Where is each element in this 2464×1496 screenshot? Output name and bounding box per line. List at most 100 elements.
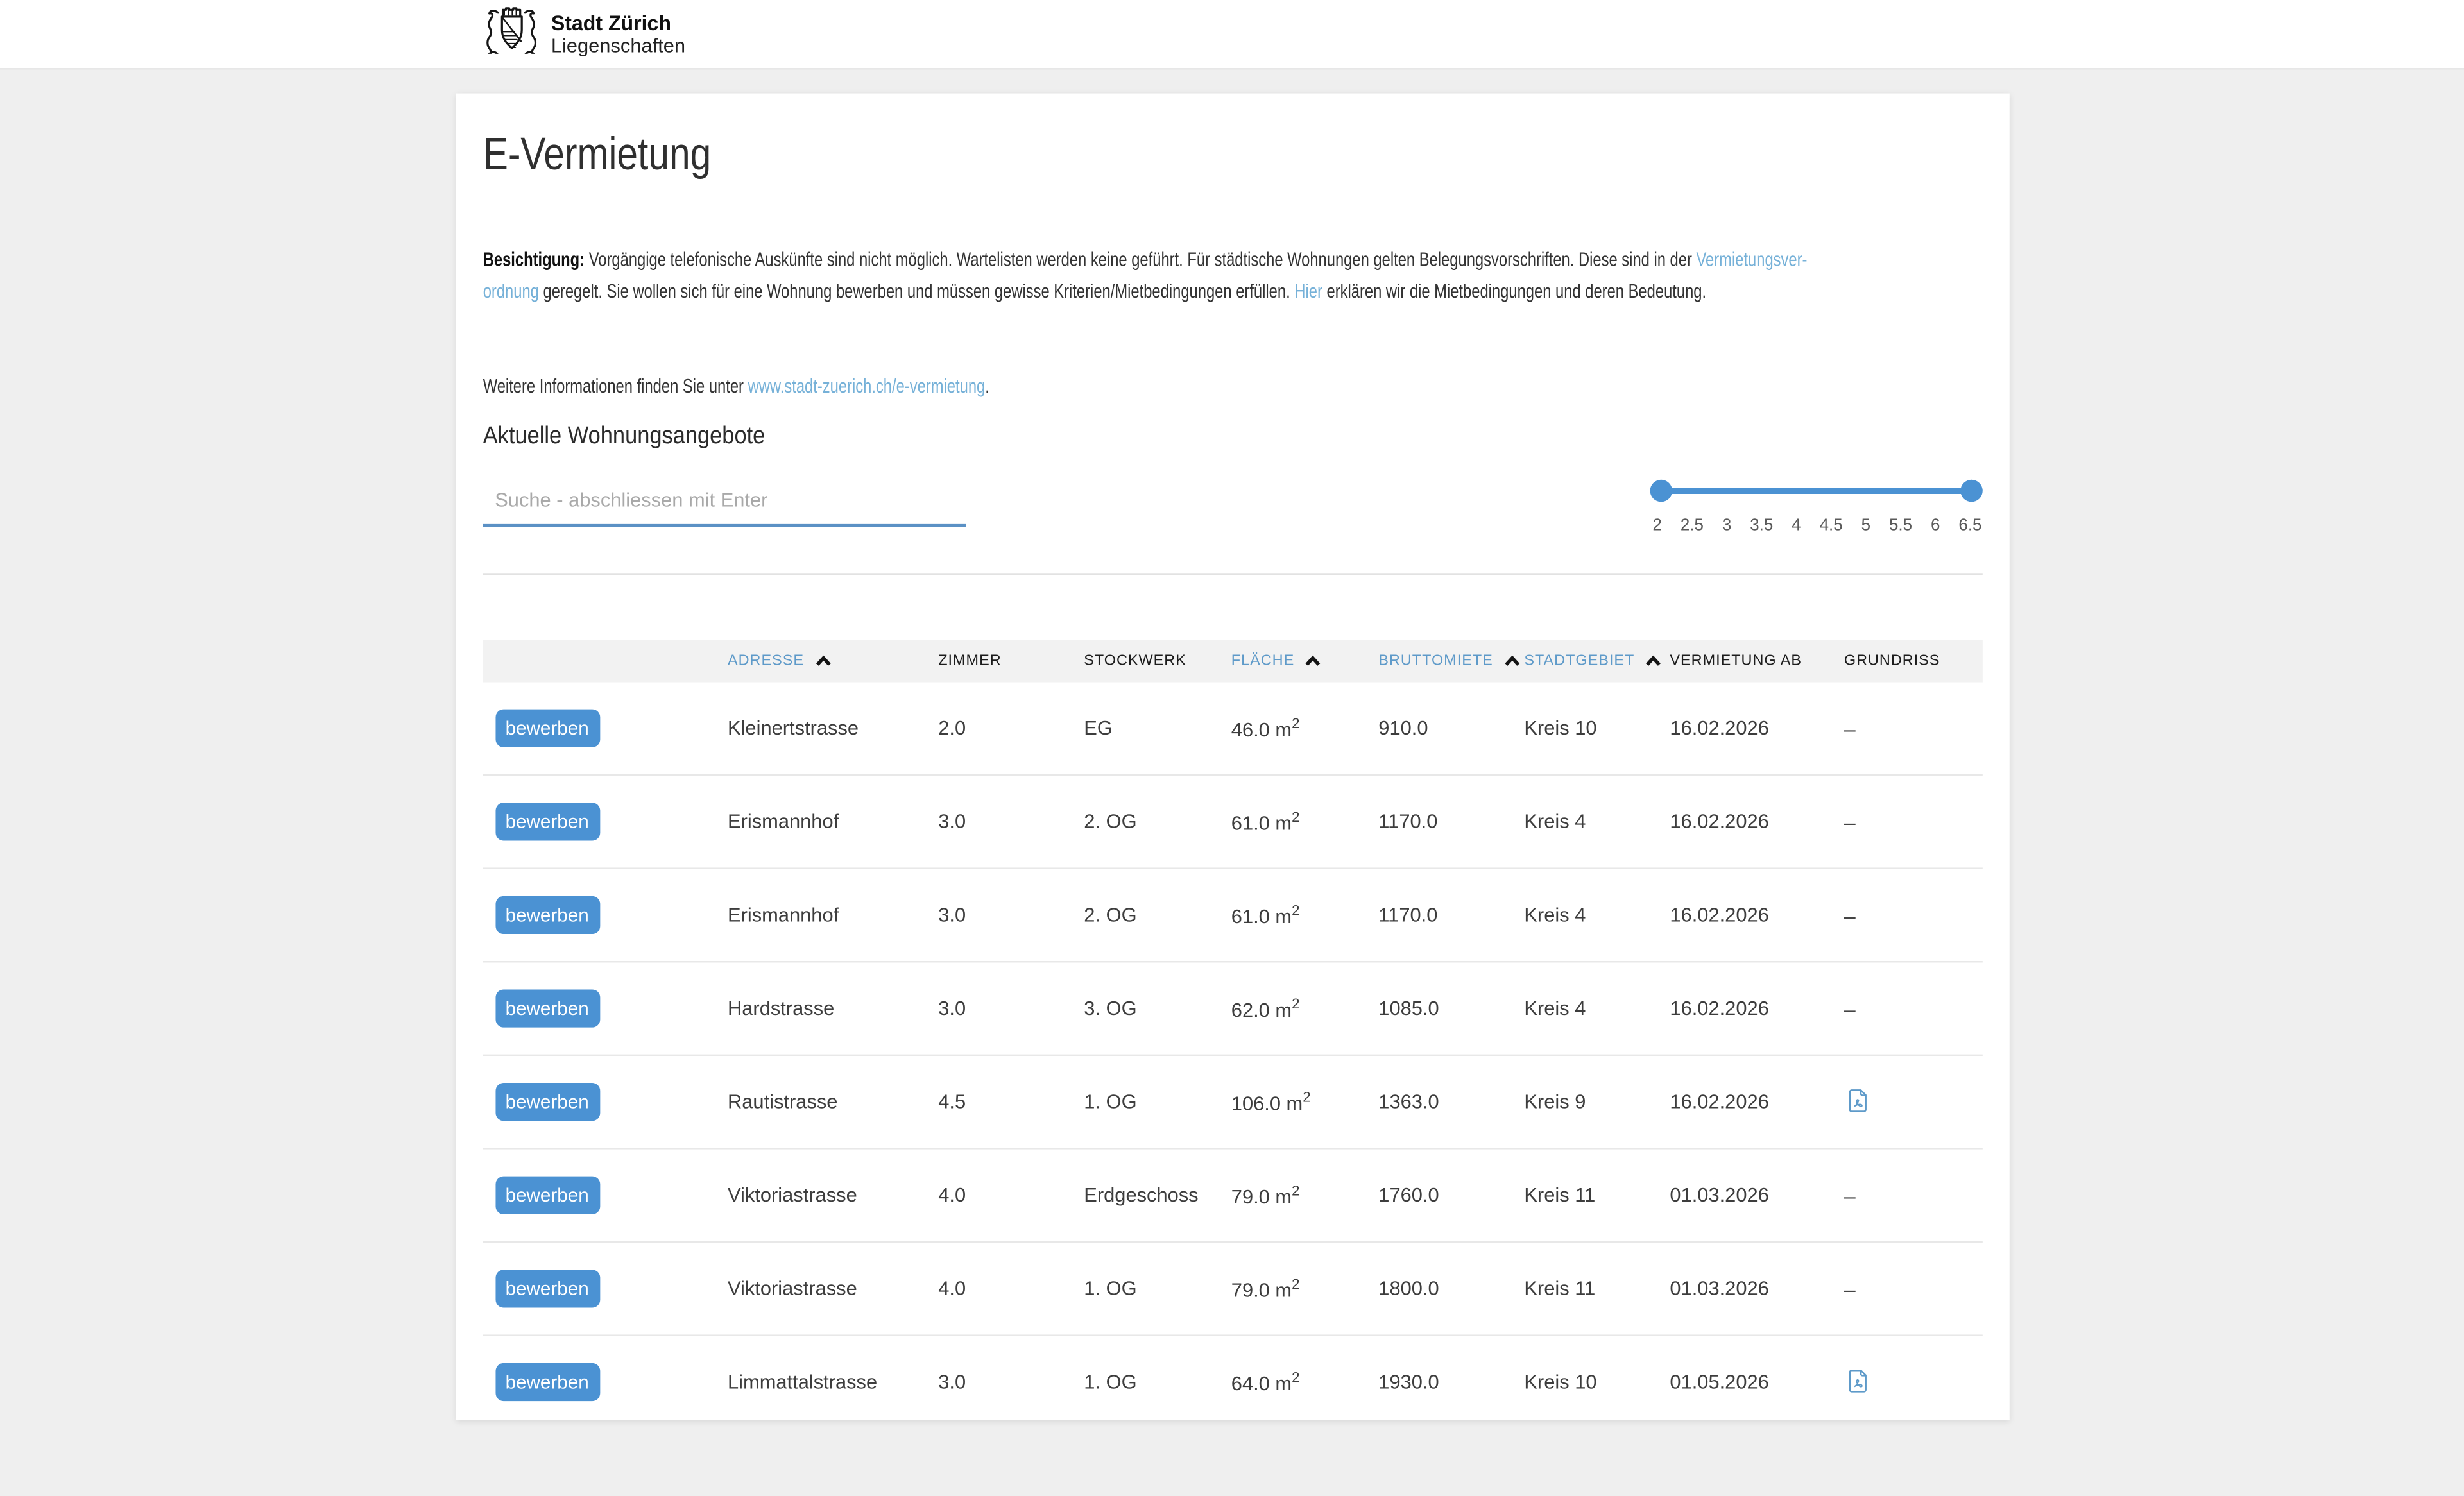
table-body: bewerben Kleinertstrasse 2.0 EG 46.0 m2 … [482, 683, 1981, 1420]
flaeche-cell: 79.0 m2 [1231, 1276, 1379, 1302]
adresse-cell: Rautistrasse [728, 1091, 938, 1113]
table-row: bewerben Rautistrasse 4.5 1. OG 106.0 m2… [482, 1056, 1981, 1150]
stockwerk-cell: 3. OG [1084, 998, 1231, 1020]
column-header[interactable]: GRUNDRISS [1844, 652, 1982, 670]
table-row: bewerben Viktoriastrasse 4.0 Erdgeschoss… [482, 1150, 1981, 1243]
bruttomiete-cell: 1170.0 [1378, 904, 1524, 926]
stadtgebiet-cell: Kreis 4 [1524, 811, 1670, 833]
column-header-label: ZIMMER [938, 652, 1001, 670]
bruttomiete-cell: 1760.0 [1378, 1184, 1524, 1207]
column-header-label: STOCKWERK [1084, 652, 1186, 670]
pdf-floorplan-icon[interactable] [1845, 1367, 1869, 1392]
slider-tick-label: 6.5 [1958, 516, 1981, 536]
column-header-label: GRUNDRISS [1844, 652, 1940, 670]
more-info-period: . [984, 375, 989, 398]
bewerben-button[interactable]: bewerben [495, 1177, 599, 1214]
flaeche-cell: 64.0 m2 [1231, 1370, 1379, 1395]
more-info-paragraph: Weitere Informationen finden Sie unter w… [482, 370, 1981, 402]
bewerben-button[interactable]: bewerben [495, 710, 599, 747]
stockwerk-cell: Erdgeschoss [1084, 1184, 1231, 1207]
apply-cell: bewerben [482, 710, 728, 747]
table-row: bewerben Kleinertstrasse 2.0 EG 46.0 m2 … [482, 683, 1981, 776]
hier-link[interactable]: Hier [1294, 280, 1322, 303]
adresse-cell: Viktoriastrasse [728, 1184, 938, 1207]
grundriss-cell: – [1844, 1277, 1982, 1300]
bruttomiete-cell: 910.0 [1378, 717, 1524, 740]
bewerben-button[interactable]: bewerben [495, 1083, 599, 1121]
bewerben-button[interactable]: bewerben [495, 1363, 599, 1401]
flaeche-cell: 46.0 m2 [1231, 715, 1379, 741]
column-header[interactable]: BRUTTOMIETE [1378, 652, 1524, 670]
flaeche-cell: 79.0 m2 [1231, 1182, 1379, 1208]
no-floorplan-dash: – [1844, 810, 1856, 833]
intro-text-1: Vorgängige telefonische Auskünfte sind n… [588, 248, 1691, 271]
bruttomiete-cell: 1170.0 [1378, 811, 1524, 833]
grundriss-cell: pdf [1844, 1367, 1982, 1397]
grundriss-cell: – [1844, 717, 1982, 740]
no-floorplan-dash: – [1844, 1184, 1856, 1207]
sort-ascending-icon [1504, 656, 1520, 667]
slider-track[interactable] [1661, 488, 1971, 494]
vermietung-ab-cell: 16.02.2026 [1670, 717, 1844, 740]
intro-text-2: geregelt. Sie wollen sich für eine Wohnu… [542, 280, 1289, 303]
bewerben-button[interactable]: bewerben [495, 989, 599, 1027]
column-header[interactable]: FLÄCHE [1231, 652, 1379, 670]
logo-text: Stadt Zürich Liegenschaften [551, 11, 685, 57]
stockwerk-cell: 1. OG [1084, 1371, 1231, 1393]
vermietung-ab-cell: 16.02.2026 [1670, 904, 1844, 926]
zuerich-crest-icon [484, 6, 538, 62]
no-floorplan-dash: – [1844, 997, 1856, 1021]
zimmer-cell: 3.0 [938, 1371, 1084, 1393]
table-row: bewerben Viktoriastrasse 4.0 1. OG 79.0 … [482, 1243, 1981, 1336]
column-header-label: BRUTTOMIETE [1378, 652, 1493, 670]
slider-tick-label: 5.5 [1889, 516, 1912, 536]
table-row: bewerben Hardstrasse 3.0 3. OG 62.0 m2 1… [482, 962, 1981, 1056]
grundriss-cell: – [1844, 903, 1982, 927]
vermietungsverordnung-link-continued[interactable]: ordnung [482, 280, 538, 303]
zimmer-cell: 4.0 [938, 1184, 1084, 1207]
column-header[interactable]: ADRESSE [728, 652, 938, 670]
column-header[interactable]: STADTGEBIET [1524, 652, 1670, 670]
table-row: bewerben Erismannhof 3.0 2. OG 61.0 m2 1… [482, 869, 1981, 963]
stockwerk-cell: 2. OG [1084, 904, 1231, 926]
content-card: E-Vermietung Besichtigung: Vorgängige te… [456, 94, 2009, 1420]
adresse-cell: Erismannhof [728, 811, 938, 833]
vermietungsverordnung-link[interactable]: Vermietungsver- [1695, 248, 1806, 271]
no-floorplan-dash: – [1844, 717, 1856, 740]
column-header[interactable]: VERMIETUNG AB [1670, 652, 1844, 670]
stadtgebiet-cell: Kreis 11 [1524, 1184, 1670, 1207]
intro-text-3: erklären wir die Mietbedingungen und der… [1326, 280, 1706, 303]
zimmer-cell: 3.0 [938, 811, 1084, 833]
slider-tick-label: 2.5 [1681, 516, 1704, 536]
sort-ascending-icon [1646, 656, 1662, 667]
zimmer-cell: 4.5 [938, 1091, 1084, 1113]
column-header[interactable]: STOCKWERK [1084, 652, 1231, 670]
slider-tick-label: 5 [1858, 516, 1874, 536]
slider-tick-label: 4 [1788, 516, 1804, 536]
slider-tick-label: 4.5 [1820, 516, 1843, 536]
e-vermietung-url-link[interactable]: www.stadt-zuerich.ch/e-vermietung [747, 375, 984, 398]
apply-cell: bewerben [482, 803, 728, 840]
stadt-zuerich-logo[interactable]: Stadt Zürich Liegenschaften [484, 6, 685, 62]
adresse-cell: Viktoriastrasse [728, 1278, 938, 1300]
slider-handle-max[interactable] [1960, 480, 1982, 502]
column-header-label: VERMIETUNG AB [1670, 652, 1802, 670]
slider-labels: 2 2.5 3 3.5 4 4.5 5 5.5 [1649, 516, 1981, 536]
slider-tick-label: 3 [1719, 516, 1735, 536]
bruttomiete-cell: 1363.0 [1378, 1091, 1524, 1113]
listings-heading: Aktuelle Wohnungsangebote [482, 421, 1831, 452]
bruttomiete-cell: 1930.0 [1378, 1371, 1524, 1393]
grundriss-cell: pdf [1844, 1087, 1982, 1117]
no-floorplan-dash: – [1844, 903, 1856, 927]
apply-cell: bewerben [482, 1177, 728, 1214]
bewerben-button[interactable]: bewerben [495, 803, 599, 840]
bewerben-button[interactable]: bewerben [495, 1270, 599, 1307]
search-input[interactable] [482, 477, 965, 527]
slider-handle-min[interactable] [1649, 480, 1672, 502]
flaeche-cell: 62.0 m2 [1231, 996, 1379, 1021]
bewerben-button[interactable]: bewerben [495, 896, 599, 934]
pdf-floorplan-icon[interactable] [1845, 1087, 1869, 1112]
vermietung-ab-cell: 16.02.2026 [1670, 998, 1844, 1020]
zimmer-cell: 3.0 [938, 998, 1084, 1020]
column-header[interactable]: ZIMMER [938, 652, 1084, 670]
